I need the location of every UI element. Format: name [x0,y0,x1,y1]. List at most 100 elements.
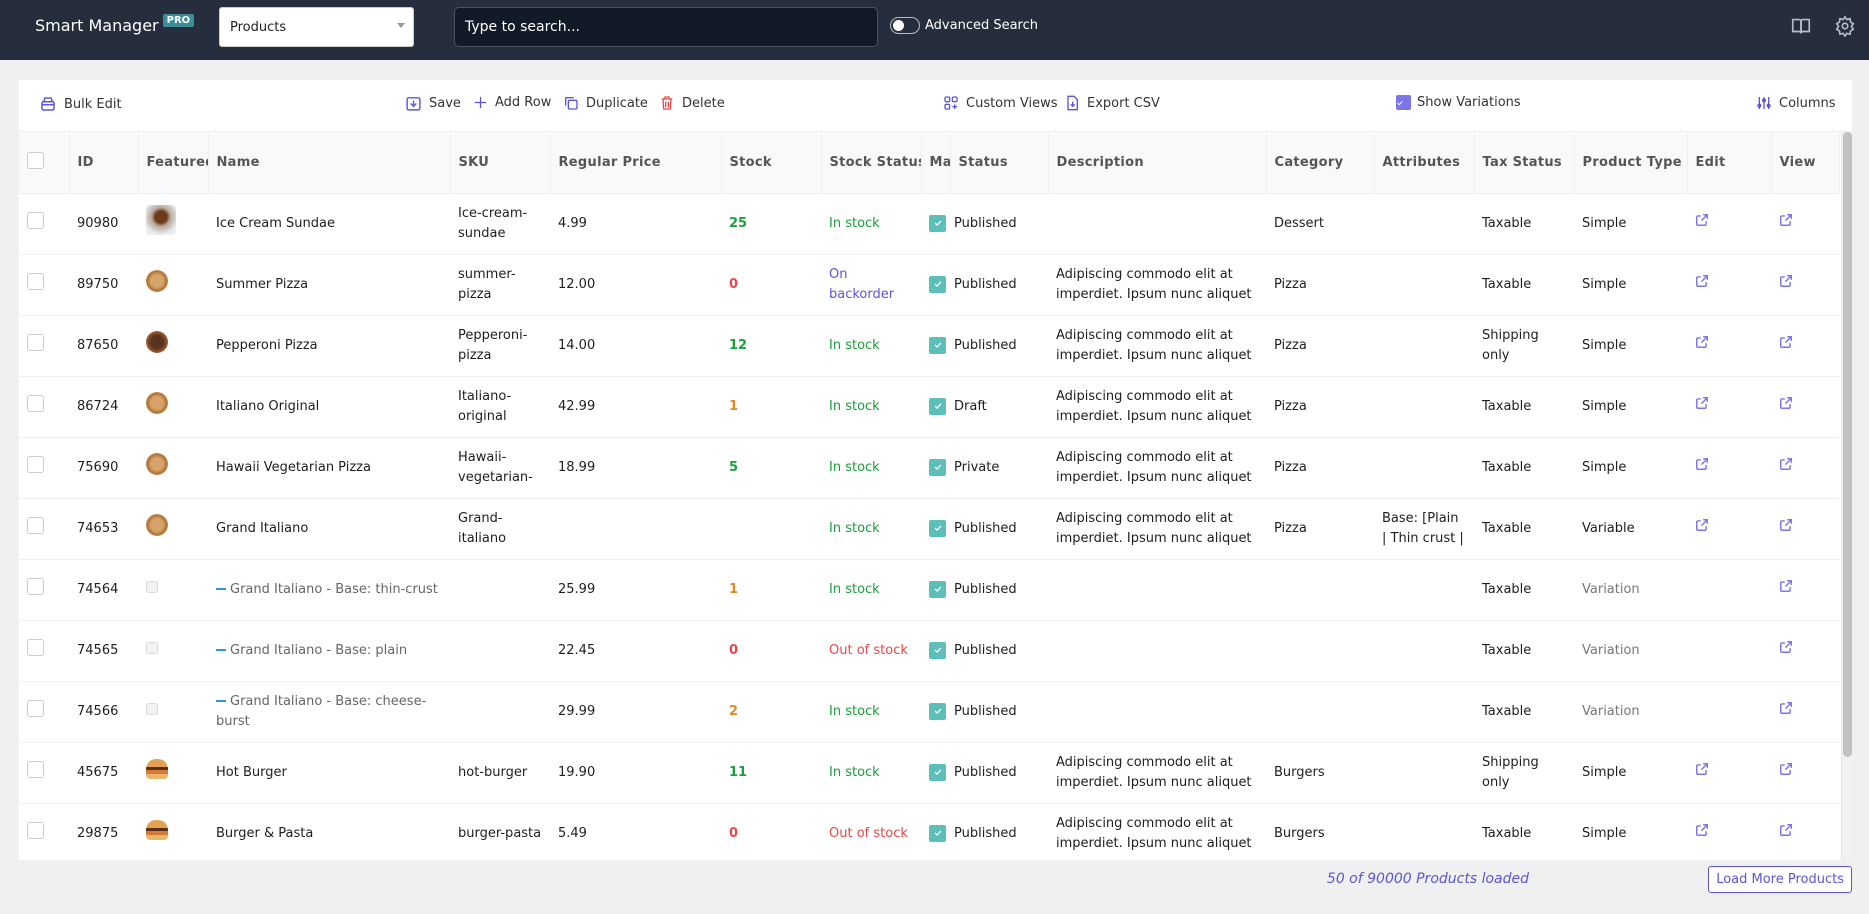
row-checkbox[interactable] [27,577,44,595]
attributes-cell[interactable] [1374,376,1474,438]
description-cell[interactable] [1048,681,1266,743]
description-cell[interactable]: Adipiscing commodo elit at imperdiet. Ip… [1048,376,1266,438]
stock-cell[interactable]: 2 [721,681,821,743]
view-cell[interactable] [1771,681,1839,743]
manage-stock-cell[interactable]: Draft [921,376,1048,438]
row-checkbox[interactable] [27,821,44,839]
view-external-link-icon[interactable] [1779,518,1793,539]
edit-cell[interactable] [1687,193,1771,255]
custom-views-button[interactable]: Custom Views [943,95,1058,111]
edit-external-link-icon[interactable] [1695,213,1709,234]
status-value[interactable]: Published [954,338,1017,353]
tax-status-cell[interactable]: Taxable [1474,376,1574,438]
edit-cell[interactable] [1687,498,1771,560]
regular-price-cell[interactable]: 14.00 [550,315,721,377]
name-cell[interactable]: Hot Burger [208,742,450,804]
sku-cell[interactable]: Italiano-original [450,376,550,438]
column-header-stock[interactable]: Stock [721,132,822,194]
description-cell[interactable] [1048,620,1266,682]
product-name[interactable]: Summer Pizza [216,277,308,292]
tax-status-cell[interactable]: Taxable [1474,559,1574,621]
featured-cell[interactable] [138,620,208,682]
status-value[interactable]: Published [954,826,1017,841]
column-header-tax-status[interactable]: Tax Status [1474,132,1575,194]
featured-cell[interactable] [138,559,208,621]
featured-cell[interactable] [138,498,208,560]
regular-price-cell[interactable]: 42.99 [550,376,721,438]
row-select-cell[interactable] [19,315,69,377]
view-external-link-icon[interactable] [1779,640,1793,661]
tax-status-cell[interactable]: Taxable [1474,193,1574,255]
product-thumbnail[interactable] [146,392,168,414]
table-row[interactable]: 87650 Pepperoni Pizza Pepperoni-pizza 14.00… [19,315,1839,377]
table-row[interactable]: 89750 Summer Pizza summer-pizza 12.00 0 On ba… [19,254,1839,316]
product-type-cell[interactable]: Simple [1574,742,1687,804]
load-more-button[interactable]: Load More Products [1708,866,1852,893]
stock-cell[interactable]: 25 [721,193,821,255]
variation-name[interactable]: Grand Italiano - Base: plain [216,643,407,658]
product-thumbnail[interactable] [146,820,168,840]
sku-cell[interactable]: Hawaii-vegetarian- [450,437,550,499]
status-value[interactable]: Published [954,582,1017,597]
attributes-cell[interactable]: Base: [Plain | Thin crust | [1374,498,1474,560]
tax-status-cell[interactable]: Taxable [1474,254,1574,316]
manage-stock-cell[interactable]: Published [921,498,1048,560]
edit-external-link-icon[interactable] [1695,823,1709,844]
product-type-cell[interactable]: Variation [1574,559,1687,621]
product-thumbnail[interactable] [146,331,168,353]
column-header-id[interactable]: ID [69,132,139,194]
description-cell[interactable]: Adipiscing commodo elit at imperdiet. Ip… [1048,437,1266,499]
manage-stock-checkbox[interactable] [929,641,946,659]
name-cell[interactable]: Italiano Original [208,376,450,438]
bulk-edit-button[interactable]: Bulk Edit [39,95,122,113]
regular-price-cell[interactable]: 19.90 [550,742,721,804]
featured-cell[interactable] [138,803,208,865]
book-icon[interactable] [1790,15,1814,39]
stock-status-cell[interactable]: In stock [821,681,921,743]
sku-cell[interactable]: summer-pizza [450,254,550,316]
view-cell[interactable] [1771,437,1839,499]
description-cell[interactable] [1048,193,1266,255]
view-external-link-icon[interactable] [1779,579,1793,600]
view-external-link-icon[interactable] [1779,396,1793,417]
table-row[interactable]: 74565 Grand Italiano - Base: plain 22.45 0 O… [19,620,1839,682]
featured-cell[interactable] [138,376,208,438]
vertical-scrollbar[interactable] [1841,132,1852,860]
view-external-link-icon[interactable] [1779,701,1793,722]
row-select-cell[interactable] [19,254,69,316]
attributes-cell[interactable] [1374,315,1474,377]
product-name[interactable]: Hawaii Vegetarian Pizza [216,460,371,475]
tax-status-cell[interactable]: Taxable [1474,803,1574,865]
column-header-status[interactable]: Status [950,132,1049,194]
name-cell[interactable]: Ice Cream Sundae [208,193,450,255]
stock-cell[interactable]: 0 [721,803,821,865]
stock-cell[interactable] [721,498,821,560]
table-row[interactable]: 74653 Grand Italiano Grand-italiano In stoc… [19,498,1839,560]
manage-stock-checkbox[interactable] [929,580,946,598]
product-type-cell[interactable]: Simple [1574,437,1687,499]
category-cell[interactable]: Burgers [1266,803,1374,865]
stock-cell[interactable]: 0 [721,254,821,316]
table-row[interactable]: 86724 Italiano Original Italiano-original 4… [19,376,1839,438]
manage-stock-cell[interactable]: Published [921,254,1048,316]
stock-status-cell[interactable]: In stock [821,742,921,804]
description-cell[interactable]: Adipiscing commodo elit at imperdiet. Ip… [1048,498,1266,560]
product-thumbnail[interactable] [146,641,158,654]
product-name[interactable]: Burger & Pasta [216,826,313,841]
name-cell[interactable]: Grand Italiano - Base: plain [208,620,450,682]
edit-cell[interactable] [1687,803,1771,865]
product-type-cell[interactable]: Simple [1574,803,1687,865]
status-value[interactable]: Published [954,704,1017,719]
featured-cell[interactable] [138,437,208,499]
row-checkbox[interactable] [27,516,44,534]
edit-external-link-icon[interactable] [1695,396,1709,417]
product-thumbnail[interactable] [146,580,158,593]
attributes-cell[interactable] [1374,681,1474,743]
manage-stock-checkbox[interactable] [929,397,946,415]
select-all-checkbox[interactable] [27,151,44,169]
category-cell[interactable] [1266,681,1374,743]
featured-cell[interactable] [138,681,208,743]
table-row[interactable]: 74566 Grand Italiano - Base: cheese-burst… [19,681,1839,743]
attributes-cell[interactable] [1374,559,1474,621]
name-cell[interactable]: Pepperoni Pizza [208,315,450,377]
